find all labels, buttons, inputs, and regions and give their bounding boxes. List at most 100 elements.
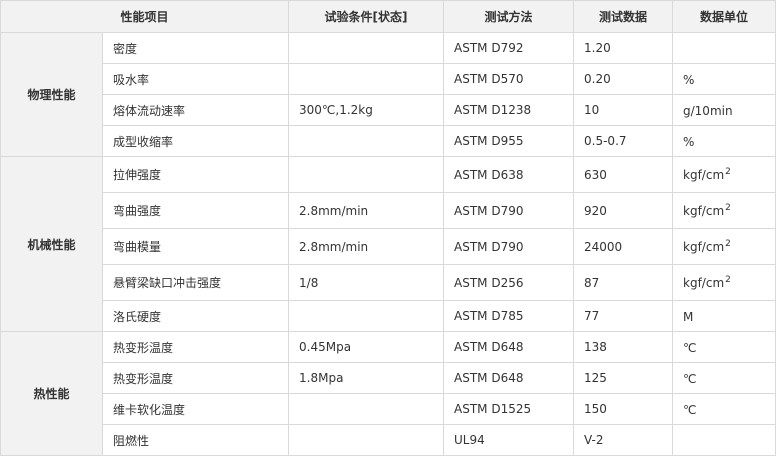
group-label-physical: 物理性能	[0, 32, 103, 157]
condition-cell: 0.45Mpa	[288, 331, 445, 363]
unit-text: kgf/cm	[683, 276, 725, 290]
unit-text: kgf/cm	[683, 168, 725, 182]
method-cell: ASTM D570	[443, 63, 575, 95]
property-cell: 洛氏硬度	[101, 300, 290, 332]
condition-cell: 1/8	[288, 264, 445, 301]
value-cell: 24000	[573, 228, 674, 265]
property-cell: 弯曲模量	[101, 228, 290, 265]
table-row: 熔体流动速率 300℃,1.2kg ASTM D1238 10 g/10min	[1, 94, 776, 126]
header-value: 测试数据	[573, 0, 674, 33]
table-row: 维卡软化温度 ASTM D1525 150 ℃	[1, 393, 776, 425]
property-cell: 吸水率	[101, 63, 290, 95]
condition-cell: 2.8mm/min	[288, 228, 445, 265]
property-cell: 成型收缩率	[101, 125, 290, 157]
unit-text: ℃	[683, 371, 697, 386]
value-cell: V-2	[573, 424, 674, 456]
value-cell: 920	[573, 192, 674, 229]
header-item: 性能项目	[0, 0, 290, 33]
condition-cell	[288, 424, 445, 456]
method-cell: ASTM D790	[443, 228, 575, 265]
table-row: 热性能 热变形温度 0.45Mpa ASTM D648 138 ℃	[0, 331, 776, 456]
table-header-row: 性能项目 试验条件[状态] 测试方法 测试数据 数据单位	[0, 0, 776, 33]
property-cell: 维卡软化温度	[101, 393, 290, 425]
property-cell: 拉伸强度	[101, 156, 290, 193]
unit-text: ℃	[683, 340, 697, 355]
method-cell: ASTM D1238	[443, 94, 575, 126]
unit-superscript: 2	[725, 203, 731, 213]
table-row: 阻燃性 UL94 V-2	[1, 424, 776, 456]
properties-table: 性能项目 试验条件[状态] 测试方法 测试数据 数据单位 物理性能 密度 AST…	[0, 0, 776, 456]
condition-cell: 300℃,1.2kg	[288, 94, 445, 126]
method-cell: ASTM D648	[443, 331, 575, 363]
property-cell: 悬臂梁缺口冲击强度	[101, 264, 290, 301]
unit-cell: ℃	[672, 331, 776, 363]
condition-cell	[288, 32, 445, 64]
property-cell: 热变形温度	[101, 331, 290, 363]
header-unit: 数据单位	[672, 0, 776, 33]
value-cell: 0.5-0.7	[573, 125, 674, 157]
table-row: 物理性能 密度 ASTM D792 1.20	[0, 32, 776, 157]
header-condition: 试验条件[状态]	[288, 0, 445, 33]
method-cell: ASTM D1525	[443, 393, 575, 425]
unit-cell: %	[672, 63, 776, 95]
unit-cell: g/10min	[672, 94, 776, 126]
unit-text: M	[683, 309, 694, 324]
unit-cell: ℃	[672, 393, 776, 425]
condition-cell	[288, 300, 445, 332]
header-method: 测试方法	[443, 0, 575, 33]
unit-superscript: 2	[725, 275, 731, 285]
value-cell: 138	[573, 331, 674, 363]
unit-cell: kgf/cm2	[672, 264, 776, 301]
table-row: 洛氏硬度 ASTM D785 77 M	[1, 300, 776, 332]
condition-cell	[288, 63, 445, 95]
value-cell: 1.20	[573, 32, 674, 64]
property-cell: 弯曲强度	[101, 192, 290, 229]
group-label-mechanical: 机械性能	[0, 156, 103, 332]
value-cell: 10	[573, 94, 674, 126]
value-cell: 630	[573, 156, 674, 193]
method-cell: ASTM D648	[443, 362, 575, 394]
property-cell: 阻燃性	[101, 424, 290, 456]
table-row: 机械性能 拉伸强度 ASTM D638 630 kgf/cm2	[0, 156, 776, 332]
unit-cell: kgf/cm2	[672, 228, 776, 265]
unit-cell	[672, 424, 776, 456]
unit-cell: M	[672, 300, 776, 332]
table-row: 成型收缩率 ASTM D955 0.5-0.7 %	[1, 125, 776, 157]
value-cell: 125	[573, 362, 674, 394]
unit-cell: %	[672, 125, 776, 157]
method-cell: ASTM D792	[443, 32, 575, 64]
condition-cell: 2.8mm/min	[288, 192, 445, 229]
value-cell: 0.20	[573, 63, 674, 95]
condition-cell: 1.8Mpa	[288, 362, 445, 394]
condition-cell	[288, 393, 445, 425]
unit-text: kgf/cm	[683, 204, 725, 218]
value-cell: 77	[573, 300, 674, 332]
table-row: 吸水率 ASTM D570 0.20 %	[1, 63, 776, 95]
value-cell: 87	[573, 264, 674, 301]
method-cell: ASTM D955	[443, 125, 575, 157]
unit-text: g/10min	[683, 103, 733, 118]
unit-cell: kgf/cm2	[672, 156, 776, 193]
table-row: 悬臂梁缺口冲击强度 1/8 ASTM D256 87 kgf/cm2	[1, 264, 776, 301]
unit-text: %	[683, 72, 695, 87]
method-cell: ASTM D256	[443, 264, 575, 301]
unit-text: kgf/cm	[683, 240, 725, 254]
unit-text: ℃	[683, 402, 697, 417]
unit-superscript: 2	[725, 167, 731, 177]
unit-cell: ℃	[672, 362, 776, 394]
condition-cell	[288, 125, 445, 157]
property-cell: 熔体流动速率	[101, 94, 290, 126]
method-cell: ASTM D785	[443, 300, 575, 332]
table-row: 弯曲模量 2.8mm/min ASTM D790 24000 kgf/cm2	[1, 228, 776, 265]
unit-cell: kgf/cm2	[672, 192, 776, 229]
method-cell: UL94	[443, 424, 575, 456]
property-cell: 密度	[101, 32, 290, 64]
table-row: 热变形温度 1.8Mpa ASTM D648 125 ℃	[1, 362, 776, 394]
property-cell: 热变形温度	[101, 362, 290, 394]
unit-superscript: 2	[725, 239, 731, 249]
method-cell: ASTM D638	[443, 156, 575, 193]
condition-cell	[288, 156, 445, 193]
unit-cell	[672, 32, 776, 64]
unit-text: %	[683, 134, 695, 149]
value-cell: 150	[573, 393, 674, 425]
